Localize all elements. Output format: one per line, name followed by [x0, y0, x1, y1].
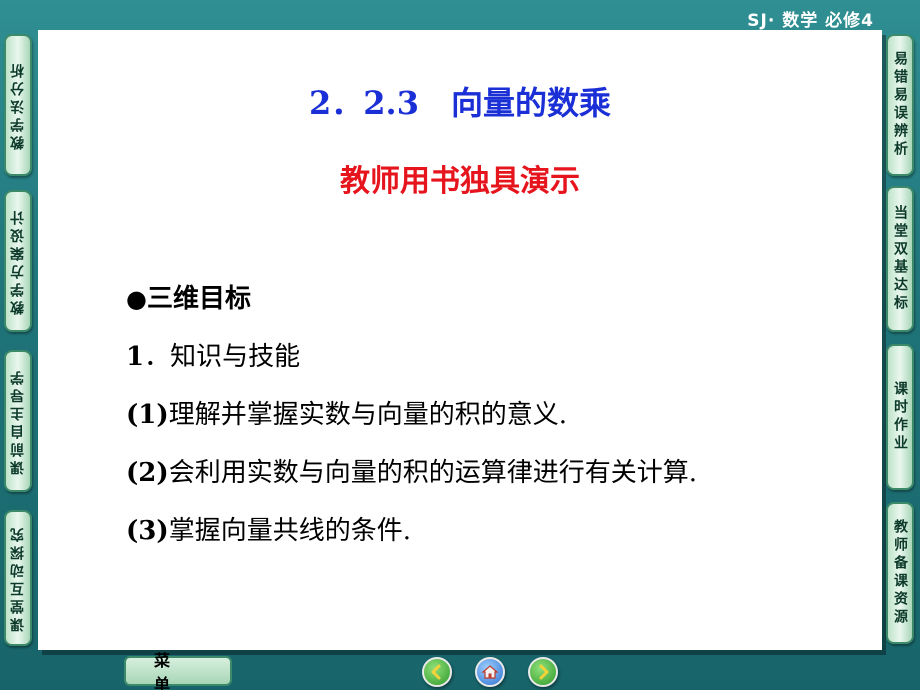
- left-tab-label: 课堂互动探究: [10, 524, 26, 632]
- line-number: (3): [126, 516, 169, 546]
- content-line: (1)理解并掌握实数与向量的积的意义.: [126, 386, 866, 444]
- slide-title: 2．2.3 向量的数乘: [309, 84, 611, 122]
- line-number: 1: [126, 342, 145, 372]
- right-tab-homework[interactable]: 课时作业: [886, 344, 914, 490]
- right-tab-error-analysis[interactable]: 易错易误辨析: [886, 34, 914, 176]
- bullet-icon: ●: [126, 285, 147, 313]
- right-tab-label: 当堂双基达标: [892, 205, 908, 313]
- right-tab-label: 课时作业: [892, 381, 908, 453]
- right-tab-label: 教师备课资源: [892, 519, 908, 627]
- left-tab-label: 教学法分析: [10, 60, 26, 150]
- slide-panel: 2．2.3 向量的数乘 教师用书独具演示 ●三维目标 1．知识与技能 (1)理解…: [38, 30, 882, 650]
- home-button[interactable]: [475, 657, 505, 687]
- slide-subtitle: 教师用书独具演示: [340, 164, 580, 199]
- arrow-left-icon: [431, 664, 441, 680]
- brand-label: SJ· 数学 必修4: [747, 11, 874, 31]
- line-number: (2): [126, 458, 169, 488]
- line-text: 掌握向量共线的条件.: [168, 516, 411, 546]
- line-text: ．知识与技能: [144, 342, 301, 372]
- slide-content: ●三维目标 1．知识与技能 (1)理解并掌握实数与向量的积的意义. (2)会利用…: [126, 270, 866, 560]
- content-line: (2)会利用实数与向量的积的运算律进行有关计算.: [126, 444, 866, 502]
- menu-button[interactable]: 菜单: [124, 651, 232, 690]
- left-tab-teaching-plan[interactable]: 教学方案设计: [4, 190, 32, 332]
- arrow-right-icon: [539, 664, 549, 680]
- home-icon: [481, 665, 499, 679]
- content-line: (3)掌握向量共线的条件.: [126, 502, 866, 560]
- content-line: 1．知识与技能: [126, 328, 866, 386]
- line-number: (1): [126, 400, 169, 430]
- line-text: 会利用实数与向量的积的运算律进行有关计算.: [168, 458, 697, 488]
- left-tab-label: 教学方案设计: [10, 207, 26, 315]
- left-tab-label: 课前自主导学: [10, 367, 26, 475]
- next-button[interactable]: [528, 657, 558, 687]
- right-tab-basic-check[interactable]: 当堂双基达标: [886, 186, 914, 332]
- section-heading: ●三维目标: [126, 270, 866, 328]
- line-text: 理解并掌握实数与向量的积的意义.: [168, 400, 567, 430]
- left-tab-preview-study[interactable]: 课前自主导学: [4, 350, 32, 492]
- left-tab-teaching-analysis[interactable]: 教学法分析: [4, 34, 32, 176]
- right-tab-teacher-resources[interactable]: 教师备课资源: [886, 502, 914, 644]
- left-tab-class-interaction[interactable]: 课堂互动探究: [4, 510, 32, 646]
- right-tab-label: 易错易误辨析: [892, 51, 908, 159]
- prev-button[interactable]: [422, 657, 452, 687]
- section-heading-text: 三维目标: [146, 284, 251, 314]
